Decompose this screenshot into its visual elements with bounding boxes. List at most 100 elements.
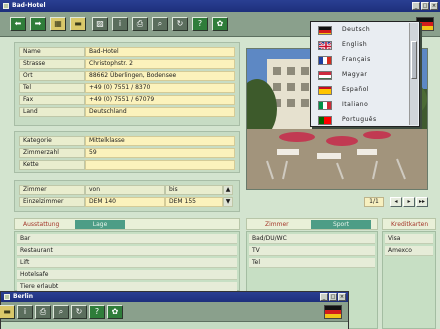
tab-zimmer[interactable]: Zimmer <box>265 221 289 228</box>
settings-button[interactable]: ✿ <box>212 17 228 31</box>
close-button[interactable]: × <box>338 293 346 301</box>
field-row: Kette <box>19 160 235 170</box>
dropdown-scrollbar[interactable] <box>409 23 418 125</box>
image-button[interactable]: ▨ <box>92 17 108 31</box>
print-button[interactable]: ⎙ <box>35 305 51 319</box>
name-field[interactable]: Bad-Hotel <box>85 47 235 57</box>
language-button[interactable] <box>324 305 342 319</box>
app-icon <box>4 294 10 300</box>
help-button[interactable]: ? <box>89 305 105 319</box>
field-row: Strasse Christophstr. 2 <box>19 59 235 69</box>
maximize-button[interactable]: □ <box>421 2 429 10</box>
window-content <box>1 322 348 329</box>
features-list: Bar Restaurant Lift Hotelsafe Tiere erla… <box>14 231 240 292</box>
flag-pt-icon <box>318 116 332 125</box>
tab-kreditkarten[interactable]: Kreditkarten <box>391 221 428 228</box>
street-label: Strasse <box>19 59 85 69</box>
list-item[interactable]: Restaurant <box>17 246 237 256</box>
prev-photo-button[interactable]: ◂ <box>390 197 402 207</box>
language-label: Italiano <box>342 101 369 108</box>
settings-button[interactable]: ✿ <box>107 305 123 319</box>
forward-button[interactable]: ➡ <box>30 17 46 31</box>
language-label: Magyar <box>342 71 368 78</box>
help-button[interactable]: ? <box>192 17 208 31</box>
language-dropdown: Deutsch English Français Magyar Español … <box>310 21 420 127</box>
scroll-down-button[interactable]: ▼ <box>223 197 233 207</box>
field-row: Ort 88662 Überlingen, Bodensee <box>19 71 235 81</box>
list-item[interactable]: Hotelsafe <box>17 270 237 280</box>
list-item[interactable]: Visa <box>385 234 433 244</box>
toolbar: ▬ i ⎙ ⌕ ↻ ? ✿ <box>0 302 348 322</box>
fax-label: Fax <box>19 95 85 105</box>
tab-lage[interactable]: Lage <box>75 220 125 229</box>
list-item[interactable]: Amexco <box>385 246 433 256</box>
language-option-es[interactable]: Español <box>315 83 411 97</box>
tab-sport[interactable]: Sport <box>311 220 371 229</box>
language-option-en[interactable]: English <box>315 38 411 52</box>
category-field[interactable]: Mittelklasse <box>85 136 235 146</box>
flag-fr-icon <box>318 56 332 65</box>
rooms-from-label: von <box>85 185 165 195</box>
chain-label: Kette <box>19 160 85 170</box>
info-button[interactable]: i <box>17 305 33 319</box>
tab-header-zimmer: Zimmer Sport <box>246 218 378 230</box>
window-title: Bad-Hotel <box>12 2 46 9</box>
chain-field[interactable] <box>85 160 235 170</box>
country-label: Land <box>19 107 85 117</box>
scrollbar-thumb[interactable] <box>411 41 417 79</box>
list-item[interactable]: TV <box>249 246 375 256</box>
scroll-up-button[interactable]: ▲ <box>223 185 233 195</box>
next-photo-button[interactable]: ▸ <box>403 197 415 207</box>
search-button[interactable]: ⌕ <box>53 305 69 319</box>
list-item[interactable]: Tel <box>249 258 375 268</box>
field-row: Tel +49 (0) 7551 / 8370 <box>19 83 235 93</box>
rooms-header-row: Zimmer von bis ▲ <box>19 185 233 195</box>
info-icon: i <box>23 307 27 316</box>
table-icon: ▦ <box>54 19 62 28</box>
list-item[interactable]: Bad/DU/WC <box>249 234 375 244</box>
fax-field[interactable]: +49 (0) 7551 / 67079 <box>85 95 235 105</box>
table-view-button[interactable]: ▦ <box>50 17 66 31</box>
refresh-button[interactable]: ↻ <box>172 17 188 31</box>
settings-icon: ✿ <box>216 19 224 28</box>
refresh-button[interactable]: ↻ <box>71 305 87 319</box>
language-option-pt[interactable]: Português <box>315 113 411 127</box>
tab-ausstattung[interactable]: Ausstattung <box>23 221 59 228</box>
folder-button[interactable]: ▬ <box>70 17 86 31</box>
back-button[interactable]: ⬅ <box>10 17 26 31</box>
language-option-fr[interactable]: Français <box>315 53 411 67</box>
phone-field[interactable]: +49 (0) 7551 / 8370 <box>85 83 235 93</box>
hotel-window: Bad-Hotel _ □ × ⬅ ➡ ▦ ▬ ▨ i ⎙ ⌕ ↻ ? ✿ Na… <box>0 0 440 329</box>
info-button[interactable]: i <box>112 17 128 31</box>
search-button[interactable]: ⌕ <box>152 17 168 31</box>
list-item[interactable]: Bar <box>17 234 237 244</box>
room-price-to-field[interactable]: DEM 155 <box>165 197 223 207</box>
country-field[interactable]: Deutschland <box>85 107 235 117</box>
list-item[interactable]: Lift <box>17 258 237 268</box>
last-photo-button[interactable]: ▸▸ <box>416 197 428 207</box>
field-row: Name Bad-Hotel <box>19 47 235 57</box>
search-icon: ⌕ <box>58 307 64 316</box>
language-option-de[interactable]: Deutsch <box>315 23 411 37</box>
print-icon: ⎙ <box>39 307 47 316</box>
photo-counter: 1/1 <box>364 197 384 207</box>
minimize-button[interactable]: _ <box>320 293 328 301</box>
flag-it-icon <box>318 101 332 110</box>
rooms-to-label: bis <box>165 185 223 195</box>
print-button[interactable]: ⎙ <box>132 17 148 31</box>
close-button[interactable]: × <box>430 2 438 10</box>
street-field[interactable]: Christophstr. 2 <box>85 59 235 69</box>
maximize-button[interactable]: □ <box>329 293 337 301</box>
language-option-it[interactable]: Italiano <box>315 98 411 112</box>
room-price-from-field[interactable]: DEM 140 <box>85 197 165 207</box>
room-count-field[interactable]: 59 <box>85 148 235 158</box>
folder-button[interactable]: ▬ <box>0 305 15 319</box>
berlin-window: Berlin _ □ × ▬ i ⎙ ⌕ ↻ ? ✿ <box>0 291 349 329</box>
print-icon: ⎙ <box>136 19 144 28</box>
flag-gb-icon <box>318 41 332 50</box>
minimize-button[interactable]: _ <box>412 2 420 10</box>
field-row: Land Deutschland <box>19 107 235 117</box>
arrow-left-icon: ⬅ <box>14 19 22 28</box>
city-field[interactable]: 88662 Überlingen, Bodensee <box>85 71 235 81</box>
language-option-hu[interactable]: Magyar <box>315 68 411 82</box>
